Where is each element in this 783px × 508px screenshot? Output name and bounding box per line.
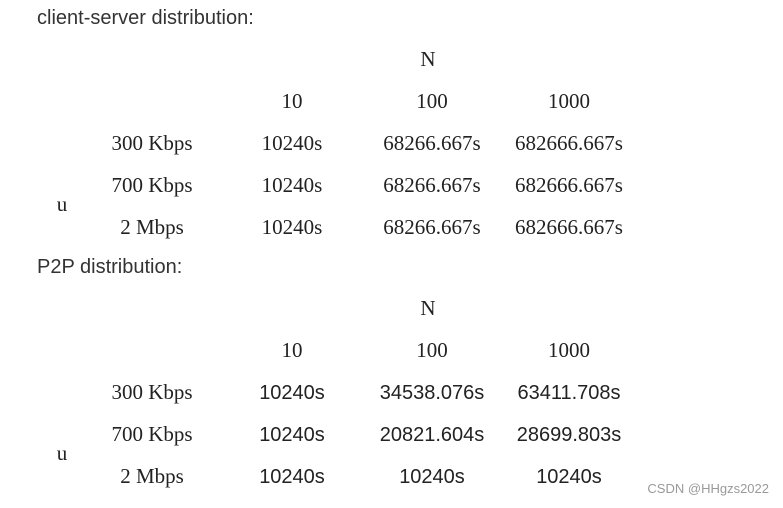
cs-cell-r0-c2: 682666.667s bbox=[515, 131, 623, 155]
p2p-n-value-1000: 1000 bbox=[548, 338, 590, 362]
cs-cell-r2-c0: 10240s bbox=[261, 215, 323, 239]
cs-cell-r0-c1: 68266.667s bbox=[383, 131, 481, 155]
p2p-cell-r2-c1: 10240s bbox=[399, 466, 465, 488]
cs-cell-r2-c1: 68266.667s bbox=[383, 215, 481, 239]
p2p-cell-r0-c0: 10240s bbox=[259, 382, 325, 404]
p2p-cell-r0-c1: 34538.076s bbox=[379, 382, 485, 404]
cs-n-value-1000: 1000 bbox=[548, 89, 590, 113]
p2p-cell-r1-c1: 20821.604s bbox=[379, 424, 485, 446]
cs-n-value-100: 100 bbox=[416, 89, 448, 113]
p2p-row-u-700kbps: 700 Kbps bbox=[111, 422, 193, 446]
p2p-cell-r0-c2: 63411.708s bbox=[517, 382, 621, 404]
cs-cell-r2-c2: 682666.667s bbox=[515, 215, 623, 239]
cs-cell-r0-c0: 10240s bbox=[261, 131, 323, 155]
p2p-cell-r1-c2: 28699.803s bbox=[516, 424, 622, 446]
cs-row-u-2mbps: 2 Mbps bbox=[120, 215, 184, 239]
p2p-n-value-100: 100 bbox=[416, 338, 448, 362]
p2p-row-u-2mbps: 2 Mbps bbox=[120, 464, 184, 488]
p2p-cell-r1-c0: 10240s bbox=[259, 424, 325, 446]
client-server-heading: client-server distribution: bbox=[37, 7, 254, 29]
cs-n-value-10: 10 bbox=[281, 89, 303, 113]
p2p-cell-r2-c2: 10240s bbox=[536, 466, 602, 488]
p2p-cell-r2-c0: 10240s bbox=[259, 466, 325, 488]
cs-n-axis-label: N bbox=[420, 47, 436, 71]
p2p-row-u-300kbps: 300 Kbps bbox=[111, 380, 193, 404]
cs-row-u-300kbps: 300 Kbps bbox=[111, 131, 193, 155]
cs-row-u-700kbps: 700 Kbps bbox=[111, 173, 193, 197]
p2p-n-axis-label: N bbox=[420, 296, 436, 320]
csdn-watermark: CSDN @HHgzs2022 bbox=[647, 481, 769, 496]
p2p-u-axis-label: u bbox=[56, 441, 68, 465]
cs-cell-r1-c0: 10240s bbox=[261, 173, 323, 197]
p2p-n-value-10: 10 bbox=[281, 338, 303, 362]
cs-cell-r1-c2: 682666.667s bbox=[515, 173, 623, 197]
cs-cell-r1-c1: 68266.667s bbox=[383, 173, 481, 197]
p2p-heading: P2P distribution: bbox=[37, 256, 183, 278]
cs-u-axis-label: u bbox=[56, 192, 68, 216]
